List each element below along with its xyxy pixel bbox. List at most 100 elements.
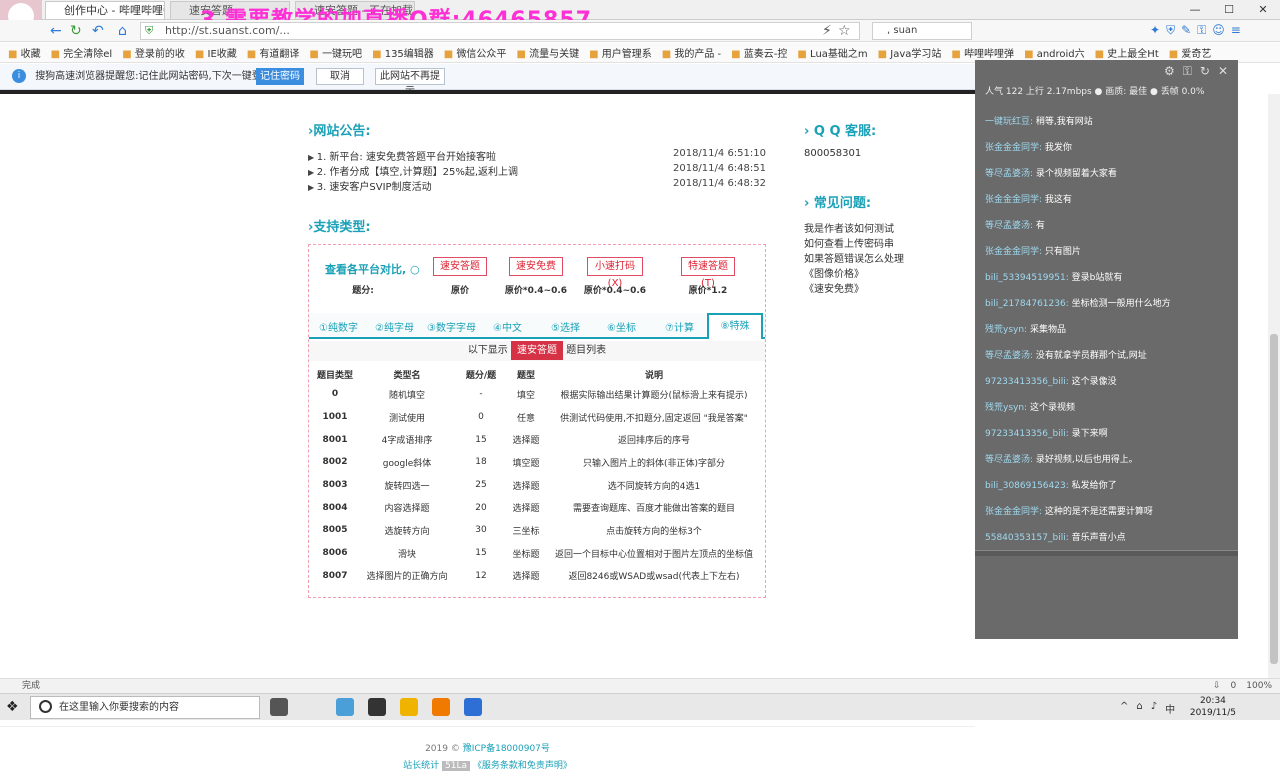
menu-icon[interactable]: ≡ [1231, 23, 1241, 38]
close-icon[interactable]: ✕ [1218, 64, 1228, 79]
tab-alnum[interactable]: ③数字字母 [427, 319, 476, 334]
zoom-level[interactable]: 100% [1246, 679, 1272, 693]
table-row[interactable]: 8001 4字成语排序 15 选择题 返回排序后的序号 [313, 428, 761, 451]
chat-username[interactable]: 等尽孟婆汤: [985, 169, 1033, 179]
terms-link[interactable]: 《服务条款和免责声明》 [473, 761, 572, 771]
platform-tesu-button[interactable]: 特速答题(T) [681, 257, 735, 289]
table-row[interactable]: 8003 旋转四选一 25 选择题 选不同旋转方向的4选1 [313, 474, 761, 497]
download-icon[interactable]: ⇩ [1213, 679, 1221, 693]
table-row[interactable]: 8002 google斜体 18 填空题 只输入图片上的斜体(非正体)字部分 [313, 451, 761, 474]
undo-icon[interactable]: ↶ [92, 23, 104, 39]
chat-username[interactable]: 一键玩红豆: [985, 117, 1033, 127]
network-icon[interactable]: ⌂ [1136, 701, 1142, 716]
speed-icon[interactable]: ⚡ [822, 23, 832, 39]
tab-coordinate[interactable]: ⑥坐标 [607, 319, 636, 334]
compare-platforms-label[interactable]: 查看各平台对比, ○ [325, 261, 420, 277]
chat-username[interactable]: 97233413356_bili: [985, 377, 1069, 387]
scroll-thumb[interactable] [1270, 334, 1278, 664]
chat-username[interactable]: 55840353157_bili: [985, 533, 1069, 543]
bookmark-item[interactable]: 爱奇艺 [1169, 45, 1211, 60]
faq-item[interactable]: 《速安免费》 [804, 280, 864, 295]
task-view-icon[interactable] [270, 698, 288, 716]
tab-chinese[interactable]: ④中文 [493, 319, 522, 334]
platform-suan-button[interactable]: 速安答题 [433, 257, 487, 276]
bookmark-item[interactable]: android六 [1024, 45, 1085, 60]
bookmark-item[interactable]: 我的产品 - [662, 45, 721, 60]
tab-choice[interactable]: ⑤选择 [551, 319, 580, 334]
platform-xiaosu-button[interactable]: 小速打码(X) [587, 257, 643, 289]
chat-username[interactable]: 张金金金同学: [985, 143, 1042, 153]
bookmark-item[interactable]: 有道翻译 [247, 45, 299, 60]
bookmark-item[interactable]: 完全清除el [51, 45, 112, 60]
bookmark-item[interactable]: 流量与关键 [516, 45, 579, 60]
start-icon[interactable]: ❖ [6, 699, 19, 715]
lock-icon[interactable]: ⚿ [1183, 64, 1192, 79]
stats-badge[interactable]: 51La [442, 761, 470, 771]
chevron-up-icon[interactable]: ^ [1120, 701, 1128, 716]
app-icon[interactable] [336, 698, 354, 716]
table-row[interactable]: 0 随机填空 - 填空 根据实际输出结果计算题分(鼠标滑上来有提示) [313, 383, 761, 406]
chat-username[interactable]: 等尽孟婆汤: [985, 351, 1033, 361]
announcement-item[interactable]: 3. 速安客户SVIP制度活动2018/11/4 6:48:32 [308, 178, 766, 193]
favorite-star-icon[interactable]: ☆ [838, 23, 851, 39]
tab-letters[interactable]: ②纯字母 [375, 319, 414, 334]
tab-digits[interactable]: ①纯数字 [319, 319, 358, 334]
table-row[interactable]: 8006 滑块 15 坐标题 返回一个目标中心位置相对于图片左顶点的坐标值 [313, 542, 761, 565]
tab-calculate[interactable]: ⑦计算 [665, 319, 694, 334]
table-row[interactable]: 8007 选择图片的正确方向 12 选择题 返回8246或WSAD或wsad(代表上下左… [313, 565, 761, 588]
bookmark-item[interactable]: 史上最全Ht [1095, 45, 1158, 60]
chat-username[interactable]: 张金金金同学: [985, 247, 1042, 257]
chat-divider[interactable] [975, 550, 1238, 556]
chat-username[interactable]: bili_21784761236: [985, 299, 1069, 309]
bookmark-item[interactable]: IE收藏 [195, 45, 237, 60]
bookmark-item[interactable]: 一键玩吧 [309, 45, 362, 60]
wrench-icon[interactable]: ✎ [1181, 23, 1191, 38]
app-icon[interactable] [432, 698, 450, 716]
refresh-icon[interactable]: ↻ [1200, 64, 1210, 79]
smile-icon[interactable]: ☺ [1212, 23, 1225, 38]
faq-item[interactable]: 《图像价格》 [804, 265, 864, 280]
remember-password-button[interactable]: 记住密码 [256, 68, 304, 85]
key-icon[interactable]: ⚿ [1197, 23, 1206, 38]
never-remind-button[interactable]: 此网站不再提示 [375, 68, 445, 97]
ime-indicator[interactable]: 中 [1165, 701, 1175, 716]
app-icon[interactable] [464, 698, 482, 716]
bookmark-item[interactable]: 蓝奏云-控 [731, 45, 788, 60]
chat-username[interactable]: 残荒ysyn: [985, 325, 1027, 335]
cancel-button[interactable]: 取消 [316, 68, 364, 85]
bookmark-item[interactable]: 哔哩哔哩弹 [951, 45, 1014, 60]
chat-username[interactable]: bili_30869156423: [985, 481, 1069, 491]
table-row[interactable]: 1001 测试使用 0 任意 供测试代码使用,不扣题分,固定返回 "我是答案" [313, 406, 761, 429]
volume-icon[interactable]: ♪ [1151, 701, 1157, 716]
bookmark-item[interactable]: 登录前的收 [122, 45, 185, 60]
app-icon[interactable] [400, 698, 418, 716]
taskbar-search-input[interactable]: 在这里输入你要搜索的内容 [30, 696, 260, 719]
page-scrollbar[interactable] [1268, 94, 1280, 678]
settings-icon[interactable]: ⚙ [1164, 64, 1175, 79]
announcement-item[interactable]: 1. 新平台: 速安免费答题平台开始接客啦2018/11/4 6:51:10 [308, 148, 766, 163]
chat-username[interactable]: bili_53394519951: [985, 273, 1069, 283]
bookmark-item[interactable]: 收藏 [8, 45, 41, 60]
table-row[interactable]: 8005 选旋转方向 30 三坐标 点击旋转方向的坐标3个 [313, 519, 761, 542]
back-icon[interactable]: ← [50, 23, 62, 39]
bookmark-item[interactable]: Java学习站 [878, 45, 941, 60]
announcement-item[interactable]: 2. 作者分成【填空,计算题】25%起,返利上调2018/11/4 6:48:5… [308, 163, 766, 178]
chat-username[interactable]: 张金金金同学: [985, 507, 1042, 517]
close-button[interactable]: ✕ [1246, 0, 1280, 20]
faq-item[interactable]: 如何查看上传密码串 [804, 235, 894, 250]
app-icon[interactable] [368, 698, 386, 716]
chat-username[interactable]: 张金金金同学: [985, 195, 1042, 205]
stats-link[interactable]: 站长统计 [403, 761, 439, 771]
maximize-button[interactable]: ☐ [1212, 0, 1246, 20]
chat-username[interactable]: 等尽孟婆汤: [985, 455, 1033, 465]
icp-link[interactable]: 豫ICP备18000907号 [463, 744, 550, 754]
bookmark-item[interactable]: Lua基础之m [797, 45, 868, 60]
chat-username[interactable]: 残荒ysyn: [985, 403, 1027, 413]
tab-special[interactable]: ⑧特殊 [707, 313, 763, 339]
faq-item[interactable]: 如果答题错误怎么处理 [804, 250, 904, 265]
faq-item[interactable]: 我是作者该如何测试 [804, 220, 894, 235]
extension-icon[interactable]: ✦ [1150, 23, 1160, 38]
chat-username[interactable]: 97233413356_bili: [985, 429, 1069, 439]
chat-username[interactable]: 等尽孟婆汤: [985, 221, 1033, 231]
shield-icon[interactable]: ⛨ [1166, 23, 1175, 38]
